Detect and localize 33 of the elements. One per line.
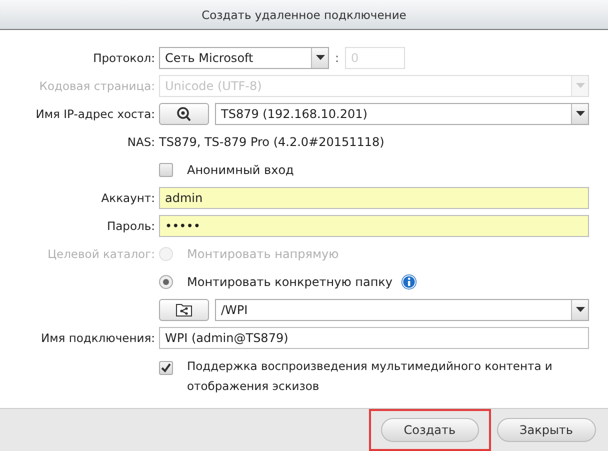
- radio-label: Монтировать напрямую: [187, 247, 339, 261]
- connection-name-field[interactable]: WPI (admin@TS879): [159, 327, 589, 349]
- window-title: Создать удаленное подключение: [202, 8, 406, 22]
- caret-icon: [571, 104, 588, 124]
- field-label: Имя подключения:: [41, 331, 155, 345]
- field-label: Протокол:: [93, 51, 155, 65]
- field-label: Аккаунт:: [101, 191, 155, 205]
- checkbox[interactable]: [159, 163, 173, 177]
- protocol-select[interactable]: Сеть Microsoft: [159, 47, 329, 69]
- folder-select[interactable]: /WPI: [215, 299, 589, 321]
- dialog-button[interactable]: Закрыть: [496, 418, 596, 442]
- field-label: NAS:: [127, 135, 155, 149]
- host-select[interactable]: TS879 (192.168.10.201): [215, 103, 589, 125]
- search-icon: [177, 106, 191, 122]
- dialog-button[interactable]: Создать: [380, 418, 479, 442]
- field-label: Целевой каталог:: [48, 247, 155, 261]
- checkbox-label: Анонимный вход: [187, 163, 294, 177]
- password-field[interactable]: •••••: [159, 215, 589, 237]
- caret-icon: [311, 48, 328, 68]
- separator-text: :: [335, 51, 340, 65]
- checkbox-label: Поддержка воспроизведения мультимедийного контента и отображения эскизов: [187, 358, 554, 395]
- radio-label: Монтировать конкретную папку: [187, 275, 393, 289]
- field-label: Имя IP-адрес хоста:: [36, 107, 155, 121]
- nas-info: TS879, TS-879 Pro (4.2.0#20151118): [159, 135, 384, 149]
- caret-icon: [571, 76, 588, 96]
- shared-folder-icon: [176, 303, 192, 317]
- checkbox[interactable]: [159, 361, 173, 375]
- share-folder-button[interactable]: [159, 299, 209, 321]
- caret-icon: [571, 300, 588, 320]
- account-field[interactable]: admin: [159, 187, 589, 209]
- search-button[interactable]: [159, 103, 209, 125]
- field-label: Кодовая страница:: [39, 79, 155, 93]
- field-label: Пароль:: [106, 219, 155, 233]
